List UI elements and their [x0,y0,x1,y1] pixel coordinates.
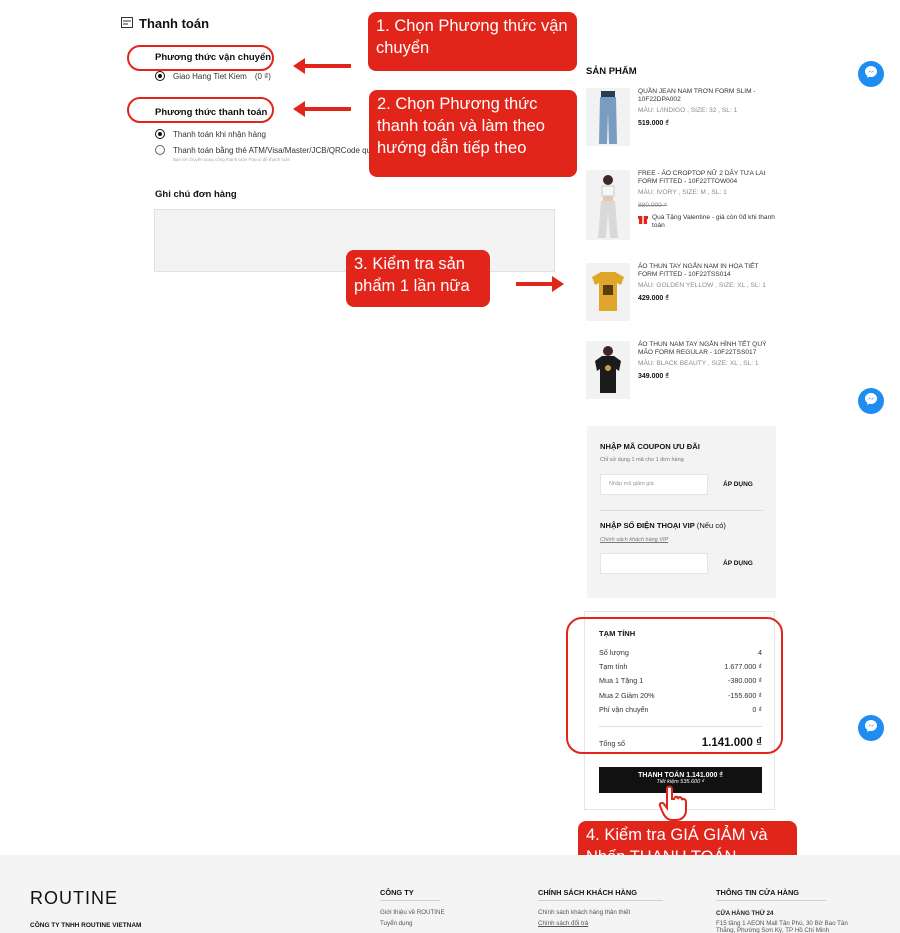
product-gift: Quà Tặng Valentine - giá còn 0đ khi than… [638,214,776,230]
product-name: ÁO THUN TAY NGẮN NAM IN HỌA TIẾT FORM FI… [638,263,759,279]
product-meta: MÀU: IVORY , SIZE: M , SL: 1 [638,189,727,197]
payment-option-label: Thanh toán bằng thẻ ATM/Visa/Master/JCB/… [173,145,388,155]
footer-company: CÔNG TY TNHH ROUTINE VIETNAM [30,922,142,929]
product-image-black-tee [586,341,630,399]
radio-empty-icon[interactable] [155,145,165,155]
product-name: QUẦN JEAN NAM TRƠN FORM SLIM - 10F22DPA0… [638,88,756,104]
store-address: F15 tầng 1 AEON Mall Tân Phú, 30 Bờ Bao … [716,920,848,933]
payment-option-card[interactable]: Thanh toán bằng thẻ ATM/Visa/Master/JCB/… [155,145,388,155]
product-price: 349.000 ₫ [638,372,669,380]
footer-logo[interactable]: ROUTINE [30,888,118,909]
coupon-title: NHẬP MÃ COUPON ƯU ĐÃI [600,442,700,451]
footer-col1-title: CÔNG TY [380,888,440,901]
summary-row: Mua 2 Giảm 20% -155.600 ₫ [599,691,762,700]
vip-policy-link[interactable]: Chính sách khách hàng VIP [600,537,668,543]
store-name: CỬA HÀNG THỨ 24 [716,910,774,917]
coupon-apply-button[interactable]: ÁP DỤNG [723,481,753,488]
products-title: SẢN PHẨM [586,66,637,77]
gift-text: Quà Tặng Valentine - giá còn 0đ khi than… [652,213,775,230]
product-image-croptop [586,170,630,240]
radio-selected-icon[interactable] [155,71,165,81]
messenger-button[interactable] [858,388,884,414]
vip-phone-input[interactable] [600,553,708,574]
footer: ROUTINE CÔNG TY TNHH ROUTINE VIETNAM CÔN… [0,855,900,933]
messenger-icon [864,65,878,84]
shipping-option-price: (0 ₫) [254,71,271,81]
footer-link[interactable]: Giới thiệu về ROUTINE [380,909,445,916]
pay-button-label: THANH TOÁN 1.141.000 ₫ [638,772,723,779]
summary-total: Tổng số 1.141.000 ₫ [599,737,762,749]
hand-cursor-icon [658,785,688,826]
footer-link[interactable]: Tuyển dụng [380,920,445,927]
summary-title: TẠM TÍNH [599,629,636,638]
divider [600,510,763,511]
summary-row: Số lượng 4 [599,648,762,657]
total-value: 1.141.000 ₫ [701,737,762,749]
total-label: Tổng số [599,739,625,748]
payment-hint: Bạn sẽ chuyển sang cổng thanh toán Payoo… [173,157,291,162]
radio-selected-icon[interactable] [155,129,165,139]
product-item[interactable]: QUẦN JEAN NAM TRƠN FORM SLIM - 10F22DPA0… [586,88,776,146]
receipt-icon [121,16,133,31]
vip-title-suffix: (Nếu có) [696,521,726,530]
arrow-left-2 [293,101,351,117]
payment-option-label: Thanh toán khi nhận hàng [173,129,266,139]
callout-1: 1. Chọn Phương thức vận chuyển [368,12,577,71]
coupon-sub: Chỉ sử dụng 1 mã cho 1 đơn hàng [600,457,684,463]
footer-col3-title: THÔNG TIN CỬA HÀNG [716,888,826,901]
summary-row: Phí vận chuyển 0 ₫ [599,705,762,714]
arrow-left-1 [293,58,351,74]
footer-link[interactable]: Chính sách đổi trả [538,920,630,927]
footer-col2-title: CHÍNH SÁCH KHÁCH HÀNG [538,888,663,901]
callout-2: 2. Chọn Phương thức thanh toán và làm th… [369,90,577,177]
product-image-jeans [586,88,630,146]
product-old-price: 880.000 ₫ [638,201,668,209]
callout-3: 3. Kiểm tra sản phẩm 1 lần nữa [346,250,490,307]
coupon-input[interactable]: Nhập mã giảm giá [600,474,708,495]
vip-title: NHẬP SỐ ĐIỆN THOẠI VIP (Nếu có) [600,521,726,530]
product-meta: MÀU: GOLDEN YELLOW , SIZE: XL , SL: 1 [638,282,766,290]
product-price: 429.000 ₫ [638,294,669,302]
divider [599,726,762,727]
product-name: FREE - ÁO CROPTOP NỮ 2 DÂY TƯA LAI FORM … [638,170,766,186]
product-name: ÁO THUN NAM TAY NGẮN HÌNH TẾT QUÝ MÃO FO… [638,341,767,357]
summary-row: Tạm tính 1.677.000 ₫ [599,662,762,671]
shipping-option-label: Giao Hang Tiet Kiem [173,71,247,81]
shipping-method-label: Phương thức vận chuyển [155,52,272,63]
arrow-right-3 [516,276,564,292]
footer-link[interactable]: Chính sách khách hàng thân thiết [538,909,630,916]
shipping-option[interactable]: Giao Hang Tiet Kiem (0 ₫) [155,71,271,81]
product-image-yellow-tee [586,263,630,321]
payment-option-cod[interactable]: Thanh toán khi nhận hàng [155,129,266,139]
product-price: 519.000 ₫ [638,119,669,127]
messenger-button[interactable] [858,61,884,87]
checkout-title-text: Thanh toán [139,16,210,31]
vip-title-text: NHẬP SỐ ĐIỆN THOẠI VIP [600,521,695,530]
gift-icon [638,214,648,230]
product-meta: MÀU: L/INDIGO , SIZE: 32 , SL: 1 [638,107,738,115]
messenger-button[interactable] [858,715,884,741]
checkout-title: Thanh toán [121,16,209,31]
payment-method-label: Phương thức thanh toán [155,107,268,118]
order-note-label: Ghi chú đơn hàng [155,189,237,200]
coupon-panel: NHẬP MÃ COUPON ƯU ĐÃI Chỉ sử dụng 1 mã c… [587,426,776,598]
product-meta: MÀU: BLACK BEAUTY , SIZE: XL , SL: 1 [638,360,759,368]
messenger-icon [864,392,878,411]
product-item[interactable]: ÁO THUN TAY NGẮN NAM IN HỌA TIẾT FORM FI… [586,263,776,321]
product-item[interactable]: FREE - ÁO CROPTOP NỮ 2 DÂY TƯA LAI FORM … [586,170,776,240]
summary-row: Mua 1 Tặng 1 -380.000 ₫ [599,676,762,685]
messenger-icon [864,719,878,738]
vip-apply-button[interactable]: ÁP DỤNG [723,560,753,567]
product-item[interactable]: ÁO THUN NAM TAY NGẮN HÌNH TẾT QUÝ MÃO FO… [586,341,776,399]
